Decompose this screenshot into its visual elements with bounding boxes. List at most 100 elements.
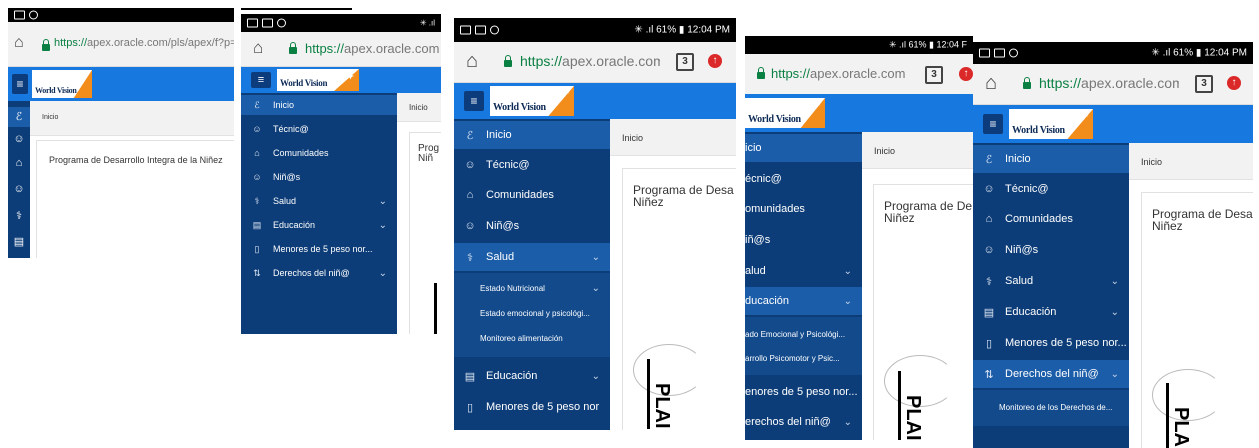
home-icon[interactable]: ⌂: [253, 38, 263, 58]
sidebar-item-ninos[interactable]: ☺ Niñ@s: [454, 212, 610, 240]
opera-alert-icon[interactable]: ↑: [1227, 76, 1241, 90]
ninos-icon[interactable]: ☺: [8, 183, 30, 195]
tools-icon: ℰ: [466, 129, 474, 142]
opera-alert-icon[interactable]: ↑: [959, 67, 973, 81]
lock-icon: [1023, 77, 1031, 89]
sidebar-item-derechos[interactable]: ⇅ Derechos del niñ@ ⌄: [241, 263, 397, 283]
sidebar-item-label: Niñ@s: [1005, 244, 1039, 256]
sidebar-item-comunidades[interactable]: omunidades: [745, 195, 862, 223]
salud-icon[interactable]: ⚕: [8, 209, 30, 222]
sidebar-item-menores[interactable]: enores de 5 peso nor...: [745, 378, 862, 406]
sidebar-item-derechos[interactable]: erechos del niñ@ ⌄: [745, 408, 862, 436]
submenu-item-estado-nutricional[interactable]: Estado Nutricional ⌄: [454, 277, 610, 299]
browser-url-bar: ⌂ https://apex.oracle.com: [241, 32, 441, 67]
comunidades-icon[interactable]: ⌂: [8, 157, 30, 169]
sidebar-item-label: alud: [745, 265, 766, 277]
chevron-down-icon: ⌄: [591, 251, 600, 263]
opera-alert-icon[interactable]: ↑: [708, 54, 722, 68]
sidebar-item-label: Comunidades: [486, 189, 554, 201]
tabs-count-button[interactable]: 3: [1195, 75, 1213, 93]
sidebar-item-salud[interactable]: ⚕ Salud ⌄: [241, 191, 397, 211]
breadcrumb-inicio[interactable]: Inicio: [874, 146, 895, 156]
submenu-item-estado-emocional[interactable]: ado Emocional y Psicológi...: [745, 323, 862, 345]
sidebar-item-menores[interactable]: ▯ Menores de 5 peso nor: [454, 393, 610, 421]
sidebar-item-salud[interactable]: alud ⌄: [745, 257, 862, 285]
content-card: Programa de De Niñez PLAI: [873, 184, 973, 440]
book-icon: ▤: [464, 370, 476, 383]
sidebar-item-tecnico[interactable]: ☺ Técnic@: [973, 175, 1129, 203]
sidebar-item-educacion[interactable]: ▤ Educación ⌄: [973, 298, 1129, 326]
sidebar-item-ninos[interactable]: ☺ Niñ@s: [973, 236, 1129, 264]
sidebar-item-label: icio: [745, 142, 762, 154]
sidebar-item-label: Técnic@: [273, 124, 309, 134]
sidebar-item-label: omunidades: [745, 203, 805, 215]
user-icon: ☺: [983, 183, 995, 195]
tabs-count-button[interactable]: 3: [925, 66, 943, 84]
home-icon[interactable]: ⌂: [985, 72, 997, 95]
sidebar-item-label: Salud: [486, 251, 515, 263]
sidebar-item-ninos[interactable]: iñ@s: [745, 226, 862, 254]
home-icon: ⌂: [466, 189, 474, 201]
sidebar-item-label: Menores de 5 peso nor...: [1005, 337, 1127, 349]
home-icon[interactable]: ⌂: [466, 50, 478, 73]
sidebar-item-salud[interactable]: ⚕ Salud ⌄: [454, 243, 610, 271]
sidebar-item-educacion[interactable]: ducación ⌄: [745, 287, 862, 315]
breadcrumb-inicio[interactable]: Inicio: [622, 133, 643, 143]
sidebar-item-menores[interactable]: ▯ Menores de 5 peso nor...: [241, 239, 397, 259]
url-field[interactable]: https://apex.oracle.com: [1039, 75, 1179, 91]
page-title-line2: Niñez: [1152, 219, 1183, 233]
submenu-item-desarrollo-psicomotor[interactable]: arrollo Psicomotor y Psic...: [745, 347, 862, 369]
sidebar-item-comunidades[interactable]: ⌂ Comunidades: [241, 143, 397, 163]
sidebar-item-inicio[interactable]: ℰ Inicio: [241, 95, 397, 115]
submenu-item-monitoreo[interactable]: Monitoreo alimentación: [454, 327, 610, 349]
child-icon: ☺: [464, 220, 476, 232]
educacion-icon[interactable]: ▤: [8, 235, 30, 248]
sidebar-item-educacion[interactable]: ▤ Educación ⌄: [454, 362, 610, 390]
sidebar-item-educacion[interactable]: ▤ Educación ⌄: [241, 215, 397, 235]
sidebar-item-tecnico[interactable]: écnic@: [745, 165, 862, 193]
tecnico-icon[interactable]: ☺: [8, 133, 30, 145]
menu-toggle-button[interactable]: ≡: [983, 114, 1003, 134]
sidebar-item-tecnico[interactable]: ☺ Técnic@: [454, 151, 610, 179]
submenu-item-label: ado Emocional y Psicológi...: [745, 329, 846, 339]
sidebar-item-comunidades[interactable]: ⌂ Comunidades: [454, 181, 610, 209]
menu-toggle-button[interactable]: ≡: [464, 91, 484, 111]
browser-url-bar: ⌂ https://apex.oracle.com/pls/apex/f?p=1…: [8, 22, 234, 67]
sidebar-item-label: Derechos del niñ@: [273, 268, 350, 278]
submenu-item-monitoreo-derechos[interactable]: Monitoreo de los Derechos de...: [973, 396, 1129, 418]
submenu-item-estado-emocional[interactable]: Estado emocional y psicológi...: [454, 302, 610, 324]
stethoscope-icon: ⚕: [467, 251, 473, 264]
url-field[interactable]: https://apex.oracle.com: [305, 41, 441, 56]
educacion-submenu: ado Emocional y Psicológi... arrollo Psi…: [745, 317, 862, 375]
sidebar-item-inicio[interactable]: ℰ Inicio: [454, 121, 610, 149]
url-field[interactable]: https://apex.oracle.com/pls/apex/f?p=139…: [54, 37, 234, 49]
content-card: Programa de Desarrollo Integra de la Niñ…: [36, 140, 234, 258]
chevron-down-icon: ⌄: [378, 195, 387, 207]
menu-toggle-button[interactable]: ≡: [12, 74, 28, 94]
user-icon: ☺: [464, 159, 476, 171]
sidebar-item-derechos[interactable]: ⇅ Derechos del niñ@ ⌄: [973, 360, 1129, 388]
breadcrumb: Inicio: [862, 132, 973, 169]
screenshot-4: ✳ .ıl 61% ▮ 12:04 F https://apex.oracle.…: [745, 36, 973, 440]
stethoscope-icon: ⚕: [254, 195, 260, 206]
url-field[interactable]: https://apex.oracle.com: [520, 53, 660, 69]
sidebar-item-inicio[interactable]: icio: [745, 134, 862, 162]
submenu-item-label: Estado emocional y psicológi...: [480, 308, 590, 318]
sidebar-item-label: Menores de 5 peso nor: [486, 401, 600, 413]
breadcrumb-inicio[interactable]: Inicio: [1141, 157, 1162, 167]
inicio-icon[interactable]: ℰ: [8, 107, 30, 127]
sidebar-item-menores[interactable]: ▯ Menores de 5 peso nor...: [973, 329, 1129, 357]
sidebar-item-salud[interactable]: ⚕ Salud ⌄: [973, 267, 1129, 295]
menu-toggle-button[interactable]: ≡: [251, 72, 271, 88]
tabs-count-button[interactable]: 3: [676, 53, 694, 71]
sidebar-item-ninos[interactable]: ☺ Niñ@s: [241, 167, 397, 187]
sidebar-item-label: Derechos del niñ@: [1005, 368, 1099, 380]
sidebar-item-tecnico[interactable]: ☺ Técnic@: [241, 119, 397, 139]
sidebar-item-inicio[interactable]: ℰ Inicio: [973, 145, 1129, 173]
url-field[interactable]: https://apex.oracle.com: [771, 66, 911, 81]
breadcrumb-inicio[interactable]: Inicio: [42, 114, 58, 121]
breadcrumb-inicio[interactable]: Inicio: [409, 103, 428, 112]
home-icon[interactable]: ⌂: [14, 34, 24, 52]
status-right: ✳ .ıl: [419, 18, 435, 28]
sidebar-item-comunidades[interactable]: ⌂ Comunidades: [973, 205, 1129, 233]
